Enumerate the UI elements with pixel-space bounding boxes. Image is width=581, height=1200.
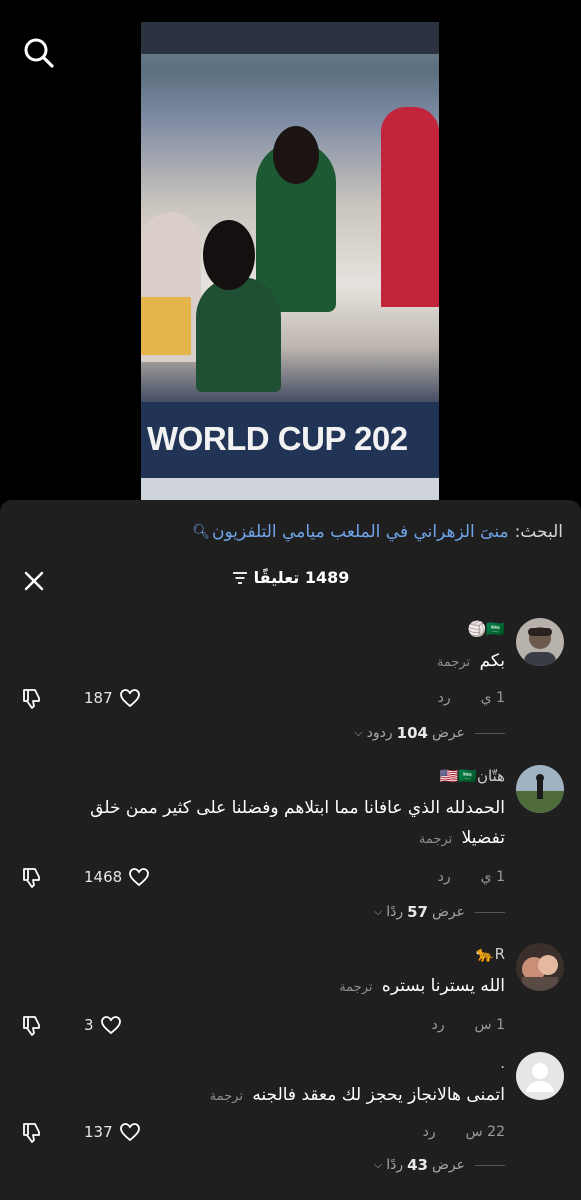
comment-username[interactable]: 🇸🇦🏐 [468, 620, 505, 638]
heart-icon[interactable] [119, 1122, 141, 1142]
comment-actions: 137 [20, 1120, 141, 1144]
comments-count: 1489 تعليقًا [253, 568, 350, 587]
dislike-icon[interactable] [20, 686, 44, 710]
search-icon[interactable] [22, 36, 56, 70]
avatar[interactable] [516, 1052, 564, 1100]
stadium-roof [141, 22, 439, 54]
comment-text: اتمنى هالانجاز يحجز لك معقد فالجنه [252, 1085, 505, 1105]
replies-count: 57 [407, 903, 428, 921]
avatar[interactable] [516, 765, 564, 813]
heart-icon[interactable] [128, 867, 150, 887]
comment-meta: 1 ي رد [438, 690, 505, 706]
comment-text-block: الحمدلله الذي عافانا مما ابتلاهم وفضلنا … [45, 793, 505, 855]
like-count: 187 [84, 689, 113, 707]
reply-button[interactable]: رد [438, 690, 451, 706]
chevron-down-icon: ⌵ [373, 905, 383, 918]
fan-sign [141, 297, 191, 355]
video-player[interactable]: WORLD CUP 202 [141, 22, 439, 500]
search-query-link[interactable]: منىَ الزهراني في الملعب ميامي التلفزيون [212, 522, 509, 542]
chevron-down-icon: ⌵ [373, 1158, 383, 1171]
translate-link[interactable]: ترجمة [210, 1089, 243, 1104]
translate-link[interactable]: ترجمة [419, 832, 452, 847]
fan-figure [196, 277, 281, 392]
comment-meta: 22 س رد [423, 1124, 505, 1140]
reply-button[interactable]: رد [432, 1017, 445, 1033]
replies-divider [475, 911, 505, 913]
dislike-icon[interactable] [20, 1120, 44, 1144]
comment-time: 1 ي [480, 690, 505, 706]
comment-actions: 1468 [20, 865, 150, 889]
comment-actions: 3 [20, 1013, 122, 1037]
view-replies[interactable]: عرض 104 ردود ⌵ [354, 724, 505, 742]
comment-username[interactable]: R🐆 [476, 945, 505, 963]
comment-meta: 1 ي رد [438, 869, 505, 885]
dislike-icon[interactable] [20, 865, 44, 889]
avatar[interactable] [516, 618, 564, 666]
comment-text: الله يسترنا بستره [381, 976, 505, 996]
video-area[interactable]: WORLD CUP 202 [0, 0, 581, 500]
avatar[interactable] [516, 943, 564, 991]
dislike-icon[interactable] [20, 1013, 44, 1037]
fan-figure [381, 107, 439, 307]
comment-text-block: الله يسترنا بستره ترجمة [45, 971, 505, 1003]
comment-text: بكم [479, 651, 505, 671]
comments-header: 1489 تعليقًا [0, 566, 581, 596]
replies-suffix: ردًا [386, 904, 404, 920]
translate-link[interactable]: ترجمة [339, 980, 372, 995]
replies-prefix: عرض [431, 904, 465, 920]
fan-head [203, 220, 255, 290]
replies-count: 43 [407, 1156, 428, 1174]
search-label: البحث: [514, 522, 563, 542]
stadium-bottom [141, 478, 439, 500]
search-query-icon: 🔍︎ [192, 524, 210, 540]
fan-head [273, 126, 319, 184]
reply-button[interactable]: رد [438, 869, 451, 885]
chevron-down-icon: ⌵ [354, 726, 363, 739]
view-replies[interactable]: عرض 57 ردًا ⌵ [374, 903, 505, 921]
comment-meta: 1 س رد [432, 1017, 505, 1033]
like-count: 1468 [84, 868, 123, 886]
replies-divider [475, 1164, 505, 1166]
comment-time: 22 س [465, 1124, 505, 1140]
replies-suffix: ردود [366, 725, 393, 741]
reply-button[interactable]: رد [423, 1124, 436, 1140]
heart-icon[interactable] [119, 688, 141, 708]
like-count: 137 [84, 1123, 113, 1141]
translate-link[interactable]: ترجمة [437, 655, 470, 670]
comments-sheet: البحث: منىَ الزهراني في الملعب ميامي الت… [0, 500, 581, 1200]
comment-text-block: بكم ترجمة [45, 646, 505, 678]
comment-time: 1 ي [480, 869, 505, 885]
comment-username[interactable]: هتّان🇺🇸🇸🇦 [440, 767, 505, 785]
replies-suffix: ردًا [386, 1157, 404, 1173]
comment-username[interactable]: . [500, 1054, 505, 1072]
heart-icon[interactable] [100, 1015, 122, 1035]
related-search[interactable]: البحث: منىَ الزهراني في الملعب ميامي الت… [192, 518, 563, 546]
replies-prefix: عرض [431, 725, 465, 741]
comment-time: 1 س [474, 1017, 505, 1033]
comment-text-block: اتمنى هالانجاز يحجز لك معقد فالجنه ترجمة [45, 1080, 505, 1112]
view-replies[interactable]: عرض 43 ردًا ⌵ [374, 1156, 505, 1174]
replies-count: 104 [396, 724, 428, 742]
comment-actions: 187 [20, 686, 141, 710]
banner-text: WORLD CUP 202 [147, 420, 408, 457]
like-count: 3 [84, 1016, 94, 1034]
replies-divider [475, 732, 505, 734]
filter-icon[interactable] [232, 571, 248, 585]
replies-prefix: عرض [431, 1157, 465, 1173]
